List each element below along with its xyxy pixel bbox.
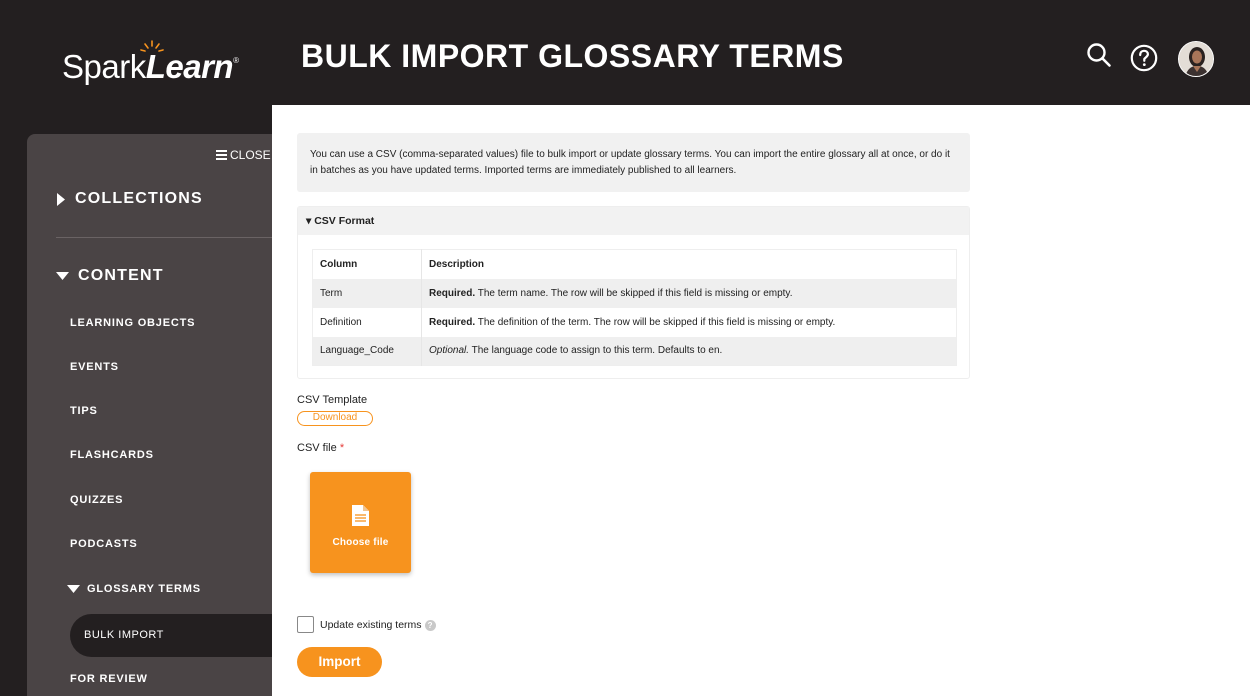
download-template-button[interactable]: Download [297, 411, 373, 426]
sidebar-item-learning-objects[interactable]: LEARNING OBJECTS [70, 317, 195, 329]
sidebar-item-for-review[interactable]: FOR REVIEW [70, 673, 148, 685]
help-tooltip-icon[interactable]: ? [424, 619, 436, 631]
sidebar-item-bulk-import[interactable]: BULK IMPORT [70, 614, 277, 657]
caret-down-icon [56, 272, 69, 280]
import-button[interactable]: Import [297, 647, 382, 677]
sparklearn-logo[interactable]: SparkLearn® [62, 40, 242, 90]
intro-notice: You can use a CSV (comma-separated value… [297, 133, 970, 192]
table-header-row: Column Description [312, 249, 957, 279]
sidebar: CLOSE COLLECTIONS CONTENT LEARNING OBJEC… [27, 134, 277, 696]
sidebar-item-flashcards[interactable]: FLASHCARDS [70, 449, 154, 461]
cell-column: Term [312, 278, 422, 308]
sidebar-item-tips[interactable]: TIPS [70, 405, 98, 417]
cell-description: Required. The term name. The row will be… [421, 278, 957, 308]
column-header: Column [312, 249, 422, 279]
caret-right-icon [57, 192, 65, 206]
user-avatar[interactable] [1178, 41, 1214, 77]
sidebar-item-glossary-terms[interactable]: GLOSSARY TERMS [67, 583, 201, 595]
csv-format-panel: ▾ CSV Format Column Description Term Req… [297, 206, 970, 379]
update-existing-checkbox[interactable] [297, 616, 314, 633]
csv-format-heading: CSV Format [314, 215, 375, 227]
csv-format-table: Column Description Term Required. The te… [312, 249, 957, 366]
search-icon[interactable] [1086, 42, 1112, 68]
cell-column: Language_Code [312, 336, 422, 366]
table-row: Term Required. The term name. The row wi… [312, 278, 957, 308]
sidebar-item-podcasts[interactable]: PODCASTS [70, 538, 138, 550]
column-header: Description [429, 258, 485, 270]
document-icon [352, 505, 369, 526]
cell-description: Optional. The language code to assign to… [421, 336, 957, 366]
table-row: Language_Code Optional. The language cod… [312, 336, 957, 366]
sidebar-item-quizzes[interactable]: QUIZZES [70, 494, 123, 506]
section-collections[interactable]: COLLECTIONS [56, 190, 203, 208]
logo-wordmark: SparkLearn® [62, 48, 239, 85]
help-icon[interactable] [1130, 44, 1158, 72]
section-content[interactable]: CONTENT [56, 267, 164, 285]
sidebar-item-label: GLOSSARY TERMS [87, 583, 201, 595]
sidebar-item-events[interactable]: EVENTS [70, 361, 119, 373]
cell-column: Definition [312, 307, 422, 337]
page-title: BULK IMPORT GLOSSARY TERMS [301, 38, 844, 74]
cell-description: Required. The definition of the term. Th… [429, 316, 836, 328]
update-existing-label: Update existing terms ? [320, 619, 436, 631]
required-marker: * [339, 442, 345, 454]
section-label: COLLECTIONS [75, 190, 203, 207]
caret-down-icon [67, 585, 80, 593]
main-panel: You can use a CSV (comma-separated value… [272, 105, 1250, 696]
csv-file-label: CSV file * [297, 442, 345, 454]
csv-template-label: CSV Template [297, 394, 368, 406]
avatar-portrait-icon [1179, 42, 1213, 76]
hamburger-icon [216, 150, 227, 160]
choose-file-button[interactable]: Choose file [310, 472, 411, 573]
sidebar-close-button[interactable]: CLOSE [216, 148, 271, 162]
close-label: CLOSE [230, 148, 271, 162]
sidebar-divider [56, 237, 277, 238]
table-row: Definition Required. The definition of t… [312, 307, 957, 337]
csv-format-toggle[interactable]: ▾ CSV Format [298, 207, 969, 235]
section-label: CONTENT [78, 267, 164, 284]
choose-file-label: Choose file [332, 537, 389, 548]
